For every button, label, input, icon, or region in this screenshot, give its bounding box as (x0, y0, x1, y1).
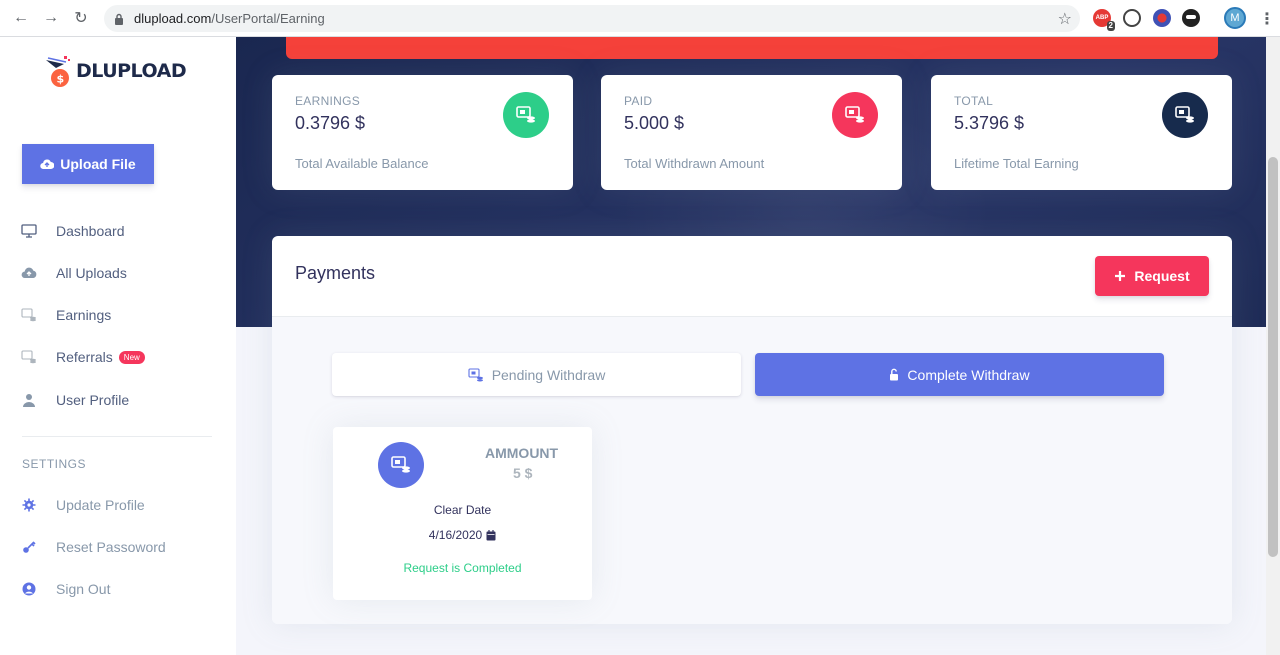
adblock-extension-icon[interactable]: ABP 2 (1093, 9, 1115, 31)
payments-card: Payments Request Pending Withdraw Comple… (272, 236, 1232, 624)
payments-body: Pending Withdraw Complete Withdraw AMMOU… (272, 317, 1232, 624)
sidebar: $ DLUPLOAD Upload File Dashboard All Upl… (0, 37, 236, 655)
address-bar[interactable]: dlupload.com/UserPortal/Earning ☆ (104, 5, 1080, 32)
sidebar-item-all-uploads[interactable]: All Uploads (20, 259, 127, 287)
money-icon (20, 348, 38, 366)
money-icon (832, 92, 878, 138)
cloud-upload-icon (40, 159, 55, 169)
request-label: Request (1134, 268, 1190, 284)
request-button[interactable]: Request (1095, 256, 1209, 296)
stat-description: Lifetime Total Earning (954, 156, 1079, 171)
svg-text:$: $ (57, 73, 65, 86)
sidebar-item-label: Update Profile (56, 497, 145, 513)
alert-bar (286, 37, 1218, 59)
stat-value: 0.3796 $ (295, 113, 366, 133)
upload-file-button[interactable]: Upload File (22, 144, 154, 184)
stat-value: 5.3796 $ (954, 113, 1025, 133)
logo-text: DLUPLOAD (76, 60, 187, 82)
stat-title: TOTAL (954, 94, 994, 108)
unlock-icon (890, 368, 899, 381)
adblock-label: ABP (1095, 15, 1109, 21)
ninja-extension-icon[interactable] (1182, 9, 1200, 27)
url-path: /UserPortal/Earning (211, 11, 325, 26)
plus-icon (1115, 271, 1126, 281)
cloud-upload-icon (20, 264, 38, 282)
calendar-icon (486, 529, 496, 540)
new-badge: New (118, 350, 145, 364)
sidebar-item-user-profile[interactable]: User Profile (20, 386, 129, 414)
clear-date-label: Clear Date (433, 503, 492, 517)
money-icon (503, 92, 549, 138)
browser-menu-icon[interactable]: ⋮ (1259, 9, 1275, 29)
sidebar-item-label: User Profile (56, 392, 130, 408)
sidebar-item-label: All Uploads (56, 265, 127, 281)
money-icon (378, 442, 424, 488)
bookmark-star-icon[interactable]: ☆ (1058, 9, 1072, 29)
withdraw-card: AMMOUNT 5 $ Clear Date 4/16/2020 Request… (333, 427, 592, 600)
stat-description: Total Withdrawn Amount (624, 156, 765, 171)
sidebar-item-label: Referrals (56, 349, 113, 365)
tab-pending-withdraw[interactable]: Pending Withdraw (332, 353, 741, 396)
url-domain: dlupload.com (134, 11, 212, 26)
money-icon (20, 306, 38, 324)
reload-icon[interactable]: ↻ (70, 7, 92, 29)
sidebar-item-update-profile[interactable]: Update Profile (20, 491, 145, 519)
amount-label: AMMOUNT (485, 445, 559, 461)
scrollbar-thumb[interactable] (1268, 157, 1278, 557)
logo-icon: $ (46, 56, 70, 87)
sidebar-item-reset-password[interactable]: Reset Passoword (20, 533, 166, 561)
stat-description: Total Available Balance (295, 156, 429, 171)
sidebar-item-label: Dashboard (56, 223, 125, 239)
key-icon (20, 538, 38, 556)
speed-extension-icon[interactable] (1123, 9, 1141, 27)
clear-date: 4/16/2020 (333, 528, 592, 542)
stat-title: EARNINGS (295, 94, 361, 108)
payments-title: Payments (295, 263, 376, 283)
sidebar-item-earnings[interactable]: Earnings (20, 301, 111, 329)
user-icon (20, 391, 38, 409)
tab-label: Complete Withdraw (907, 366, 1030, 383)
stat-title: PAID (624, 94, 653, 108)
monitor-icon (20, 222, 38, 240)
status-text: Request is Completed (403, 561, 522, 575)
logo[interactable]: $ DLUPLOAD (44, 51, 204, 91)
sidebar-item-dashboard[interactable]: Dashboard (20, 217, 125, 245)
sidebar-item-referrals[interactable]: Referrals New (20, 343, 145, 371)
profile-avatar[interactable]: M (1224, 7, 1246, 29)
clear-date-value: 4/16/2020 (428, 528, 483, 542)
adblock-badge: 2 (1106, 21, 1115, 31)
sidebar-divider (22, 436, 212, 437)
back-arrow-icon[interactable]: ← (10, 7, 32, 29)
url-text: dlupload.com/UserPortal/Earning (134, 11, 325, 26)
money-icon (468, 367, 483, 381)
tab-label: Pending Withdraw (491, 366, 606, 383)
amount-value: 5 $ (513, 465, 533, 481)
color-extension-icon[interactable] (1153, 9, 1171, 27)
gear-icon (20, 496, 38, 514)
settings-heading: SETTINGS (22, 457, 87, 471)
stat-value: 5.000 $ (624, 113, 685, 133)
sidebar-item-sign-out[interactable]: Sign Out (20, 575, 110, 603)
tab-complete-withdraw[interactable]: Complete Withdraw (755, 353, 1164, 396)
forward-arrow-icon[interactable]: → (40, 7, 62, 29)
stat-card-paid: PAID 5.000 $ Total Withdrawn Amount (601, 75, 902, 190)
browser-toolbar: ← → ↻ dlupload.com/UserPortal/Earning ☆ … (0, 0, 1280, 37)
scrollbar[interactable] (1266, 37, 1280, 655)
stat-card-total: TOTAL 5.3796 $ Lifetime Total Earning (931, 75, 1232, 190)
sidebar-item-label: Reset Passoword (56, 539, 166, 555)
upload-file-label: Upload File (60, 156, 136, 172)
lock-icon (115, 13, 123, 25)
money-icon (1162, 92, 1208, 138)
sidebar-item-label: Earnings (56, 307, 112, 323)
stat-card-earnings: EARNINGS 0.3796 $ Total Available Balanc… (272, 75, 573, 190)
payments-header: Payments Request (272, 236, 1232, 317)
sidebar-item-label: Sign Out (56, 581, 111, 597)
user-circle-icon (20, 580, 38, 598)
